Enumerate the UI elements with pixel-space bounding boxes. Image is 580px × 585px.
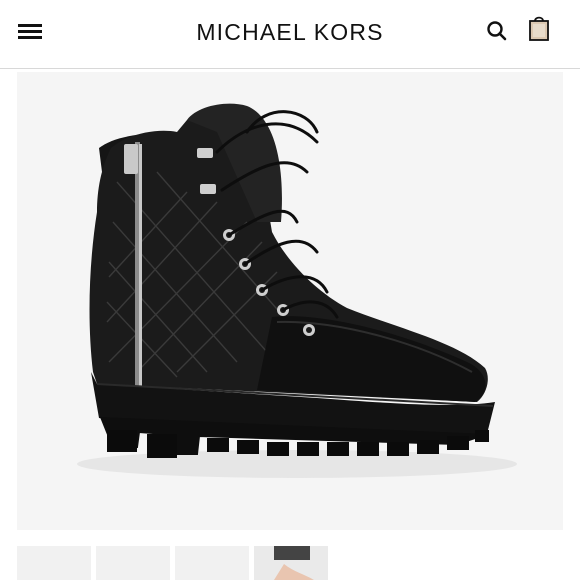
thumbnail[interactable] [175,546,249,580]
product-image[interactable] [17,72,563,530]
site-header: MICHAEL KORS [0,0,580,69]
shopping-bag-icon[interactable] [524,14,554,44]
boot-image [77,103,517,478]
hamburger-menu-icon[interactable] [14,20,46,44]
thumbnail[interactable] [17,546,91,580]
brand-logo[interactable]: MICHAEL KORS [196,19,383,45]
search-icon[interactable] [484,18,510,44]
thumbnail[interactable] [254,546,328,580]
thumbnail[interactable] [96,546,170,580]
